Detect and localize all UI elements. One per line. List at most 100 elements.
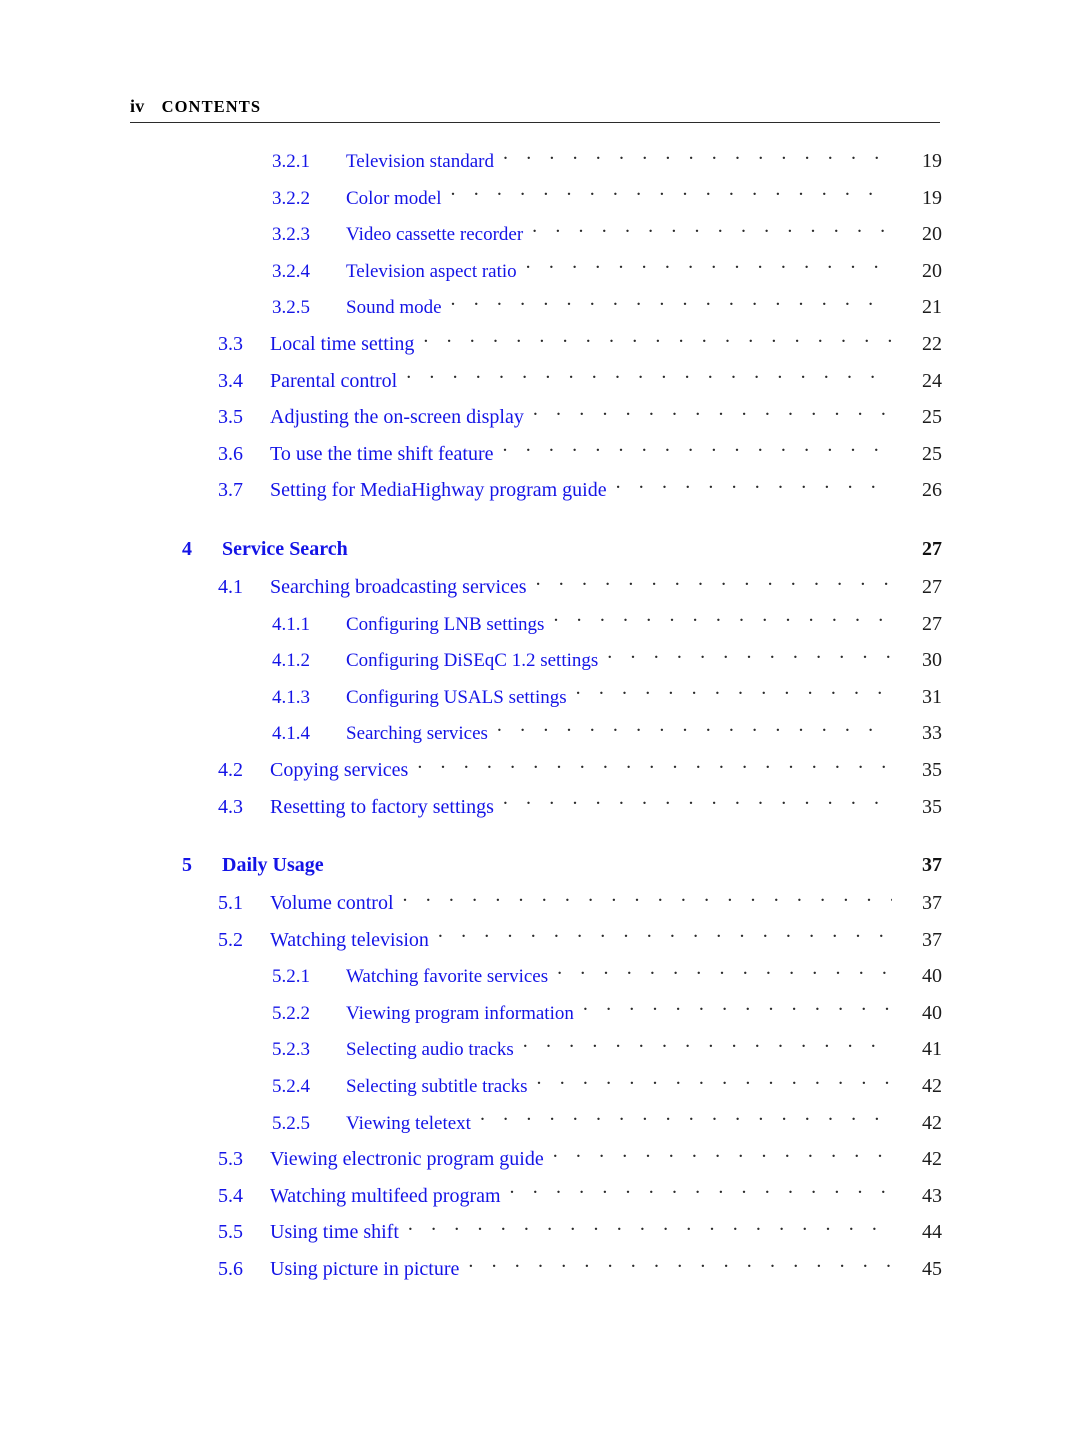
toc-leader-dots	[357, 539, 892, 555]
toc-entry[interactable]: 5.2.5 Viewing teletext . . . . . . . . . .…	[130, 1112, 942, 1149]
toc-entry[interactable]: 4.1.3 Configuring USALS settings . . . . .…	[130, 686, 942, 723]
toc-leader-dots: . . . . . . . . . . . . . . . . . . . . …	[480, 1113, 892, 1129]
page-folio: iv	[130, 96, 145, 116]
toc-leader-dots-text: . . . . . . . . . . . . . . . . . . . . …	[417, 759, 892, 773]
toc-entry[interactable]: 5.3 Viewing electronic program guide . . .…	[130, 1148, 942, 1185]
toc-entry-page-number: 37	[922, 854, 942, 877]
toc-entry[interactable]: 3.5 Adjusting the on-screen display . . . …	[130, 406, 942, 443]
toc-leader-dots: . . . . . . . . . . . . . . . . . . . . …	[536, 577, 892, 593]
toc-leader-dots: . . . . . . . . . . . . . . . . . . . . …	[553, 614, 892, 630]
toc-leader-dots-text: . . . . . . . . . . . . . . . . . . . . …	[552, 1149, 892, 1162]
toc-entry-number: 3.7	[218, 479, 243, 502]
toc-entry-title: Copying services	[270, 758, 409, 781]
table-of-contents: 3.2.1 Television standard . . . . . . . . …	[130, 150, 942, 1295]
toc-entry-title: Setting for MediaHighway program guide	[270, 479, 607, 502]
toc-entry-title: Using time shift	[270, 1221, 399, 1244]
toc-leader-dots: . . . . . . . . . . . . . . . . . . . . …	[503, 444, 892, 460]
toc-entry-number: 4.1.1	[272, 613, 310, 635]
toc-leader-dots-text: . . . . . . . . . . . . . . . . . . . . …	[532, 224, 892, 237]
toc-leader-dots-text: . . . . . . . . . . . . . . . . . . . . …	[502, 443, 892, 457]
toc-entry-page-number: 43	[922, 1184, 942, 1207]
toc-entry[interactable]: 5.2.1 Watching favorite services . . . . .…	[130, 965, 942, 1002]
toc-entry-number: 3.4	[218, 369, 243, 392]
toc-entry[interactable]: 3.2.4 Television aspect ratio . . . . . . …	[130, 260, 942, 297]
toc-entry-number: 5.2.3	[272, 1039, 310, 1061]
toc-leader-dots: . . . . . . . . . . . . . . . . . . . . …	[417, 760, 892, 776]
toc-entry[interactable]: 5.1 Volume control . . . . . . . . . . . .…	[130, 892, 942, 929]
toc-entry[interactable]: 5.4 Watching multifeed program . . . . . .…	[130, 1185, 942, 1222]
toc-entry-number: 3.2.1	[272, 151, 310, 172]
toc-leader-dots: . . . . . . . . . . . . . . . . . . . . …	[523, 1039, 892, 1055]
toc-entry-page-number: 27	[922, 537, 942, 560]
toc-entry-page-number: 44	[922, 1221, 942, 1244]
toc-entry-title: Viewing teletext	[346, 1112, 471, 1134]
toc-leader-dots: . . . . . . . . . . . . . . . . . . . . …	[553, 1149, 892, 1165]
toc-leader-dots: . . . . . . . . . . . . . . . . . . . . …	[406, 371, 892, 387]
toc-leader-dots: . . . . . . . . . . . . . . . . . . . . …	[423, 334, 892, 350]
toc-leader-dots-text: . . . . . . . . . . . . . . . . . . . . …	[502, 796, 892, 810]
toc-entry[interactable]: 4.1.1 Configuring LNB settings . . . . . .…	[130, 613, 942, 650]
toc-entry-title: Viewing program information	[346, 1002, 574, 1024]
toc-entry[interactable]: 4.2 Copying services . . . . . . . . . . .…	[130, 759, 942, 796]
toc-entry[interactable]: 3.2.2 Color model . . . . . . . . . . . . …	[130, 187, 942, 224]
toc-leader-dots: . . . . . . . . . . . . . . . . . . . . …	[557, 966, 892, 982]
toc-entry-page-number: 19	[922, 186, 942, 209]
toc-entry-number: 4.1.2	[272, 650, 310, 672]
toc-leader-dots: . . . . . . . . . . . . . . . . . . . . …	[533, 407, 892, 423]
toc-entry-title: Sound mode	[346, 297, 442, 319]
toc-entry-page-number: 40	[922, 1001, 942, 1024]
toc-entry-title: Watching television	[270, 928, 429, 951]
toc-entry[interactable]: 3.2.5 Sound mode . . . . . . . . . . . . .…	[130, 296, 942, 333]
toc-entry[interactable]: 5.6 Using picture in picture . . . . . . .…	[130, 1258, 942, 1295]
toc-entry-number: 5.2.4	[272, 1076, 310, 1098]
toc-entry-number: 3.6	[218, 442, 243, 465]
toc-entry[interactable]: 3.2.1 Television standard . . . . . . . . …	[130, 150, 942, 187]
toc-entry[interactable]: 5.2 Watching television . . . . . . . . . …	[130, 929, 942, 966]
toc-leader-dots: . . . . . . . . . . . . . . . . . . . . …	[526, 261, 892, 277]
toc-entry-title: Searching services	[346, 723, 488, 745]
toc-entry[interactable]: 5 Daily Usage 37	[130, 854, 942, 892]
toc-entry-title: Resetting to factory settings	[270, 795, 494, 818]
toc-entry[interactable]: 3.3 Local time setting . . . . . . . . . .…	[130, 333, 942, 370]
toc-entry[interactable]: 5.5 Using time shift . . . . . . . . . . .…	[130, 1221, 942, 1258]
toc-entry[interactable]: 4.1 Searching broadcasting services . . . …	[130, 576, 942, 613]
toc-entry-title: Searching broadcasting services	[270, 575, 527, 598]
toc-entry[interactable]: 4.3 Resetting to factory settings . . . . …	[130, 796, 942, 833]
toc-leader-dots-text: . . . . . . . . . . . . . . . . . . . . …	[450, 187, 892, 201]
toc-entry[interactable]: 3.2.3 Video cassette recorder . . . . . . …	[130, 223, 942, 260]
toc-entry-title: Parental control	[270, 369, 398, 392]
toc-entry-number: 4.3	[218, 795, 243, 818]
toc-entry[interactable]: 3.7 Setting for MediaHighway program guid…	[130, 479, 942, 516]
toc-entry-page-number: 42	[922, 1075, 942, 1098]
toc-leader-dots-text: . . . . . . . . . . . . . . . . . . . . …	[423, 333, 892, 347]
toc-leader-dots-text: . . . . . . . . . . . . . . . . . . . . …	[536, 1076, 892, 1089]
toc-entry[interactable]: 3.4 Parental control . . . . . . . . . . .…	[130, 370, 942, 407]
toc-leader-dots-text: . . . . . . . . . . . . . . . . . . . . …	[468, 1259, 892, 1272]
toc-entry-title: Local time setting	[270, 332, 415, 355]
toc-entry-number: 5.2.2	[272, 1002, 310, 1024]
toc-entry[interactable]: 4.1.2 Configuring DiSEqC 1.2 settings . . …	[130, 649, 942, 686]
toc-leader-dots: . . . . . . . . . . . . . . . . . . . . …	[537, 1076, 892, 1092]
toc-entry[interactable]: 5.2.3 Selecting audio tracks . . . . . . .…	[130, 1038, 942, 1075]
toc-entry[interactable]: 5.2.4 Selecting subtitle tracks . . . . . …	[130, 1075, 942, 1112]
toc-entry[interactable]: 5.2.2 Viewing program information . . . . …	[130, 1002, 942, 1039]
toc-entry[interactable]: 4.1.4 Searching services . . . . . . . . .…	[130, 722, 942, 759]
toc-entry-page-number: 24	[922, 369, 942, 392]
toc-entry-number: 5.6	[218, 1258, 243, 1281]
toc-entry-page-number: 31	[922, 685, 942, 708]
toc-entry[interactable]: 4 Service Search 27	[130, 538, 942, 576]
toc-entry-page-number: 40	[922, 965, 942, 988]
toc-entry[interactable]: 3.6 To use the time shift feature . . . . …	[130, 443, 942, 480]
toc-leader-dots: . . . . . . . . . . . . . . . . . . . . …	[438, 930, 892, 946]
toc-entry-page-number: 20	[922, 259, 942, 282]
toc-entry-page-number: 30	[922, 649, 942, 672]
toc-entry-number: 3.2.4	[272, 260, 310, 282]
toc-entry-page-number: 42	[922, 1111, 942, 1134]
toc-leader-dots: . . . . . . . . . . . . . . . . . . . . …	[532, 224, 892, 240]
toc-entry-number: 5.1	[218, 892, 243, 915]
toc-entry-title: Using picture in picture	[270, 1258, 460, 1281]
toc-page: iv CONTENTS 3.2.1 Television standard . . …	[0, 0, 1080, 1439]
toc-leader-dots-text: . . . . . . . . . . . . . . . . . . . . …	[402, 893, 892, 906]
toc-entry-page-number: 25	[922, 406, 942, 429]
toc-leader-dots: . . . . . . . . . . . . . . . . . . . . …	[607, 650, 892, 666]
